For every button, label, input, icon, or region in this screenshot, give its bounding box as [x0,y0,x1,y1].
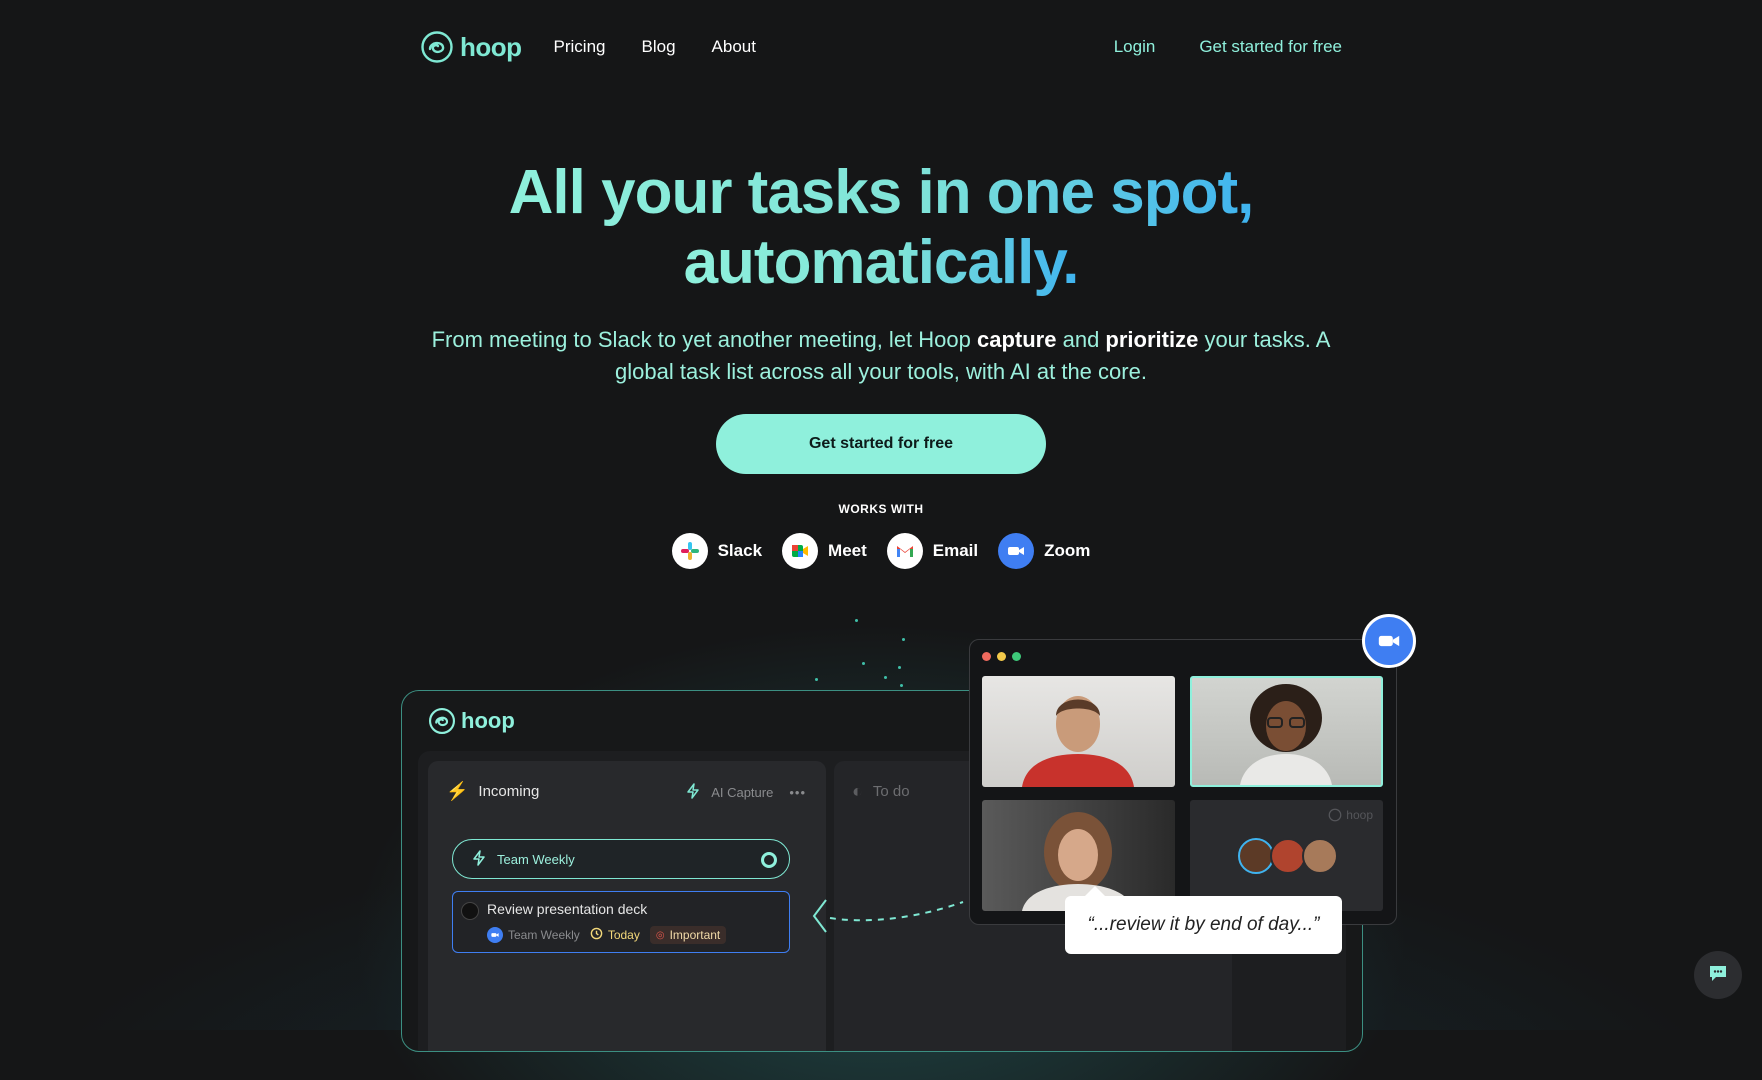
participant-video [982,676,1175,787]
subtitle-text: and [1056,327,1106,352]
participant-avatar-icon [1022,696,1134,787]
incoming-title: Incoming [478,783,540,800]
gmail-icon [886,533,923,569]
nav-actions: Login Get started for free [1114,37,1342,57]
hoop-logo[interactable]: hoop [420,30,522,64]
subtitle-prioritize: prioritize [1105,327,1199,352]
clock-icon [590,927,603,943]
meet-icon [782,533,819,569]
avatar [1238,838,1274,874]
login-link[interactable]: Login [1114,37,1156,57]
task-checkbox[interactable] [461,902,479,920]
incoming-column: ⚡ Incoming AI Capture ••• Team Weekly Re… [428,761,826,1051]
integration-slack: Slack [671,533,763,569]
task-meta: Team Weekly Today ◎ Important [487,926,727,944]
nav-link-pricing[interactable]: Pricing [554,37,606,57]
integration-label: Slack [717,541,763,560]
ai-capture-icon [471,849,487,869]
zoom-icon [487,927,503,943]
target-icon: ◎ [655,929,665,941]
window-controls [982,652,1021,661]
minimize-dot [997,652,1006,661]
particle-dot [884,676,887,679]
zoom-badge-icon [1362,614,1416,668]
plate-icon: ◐ [852,781,863,801]
incoming-header: ⚡ Incoming [446,781,539,802]
particle-dot [815,678,818,681]
works-with-label: WORKS WITH [838,502,924,516]
recording-indicator-icon [761,852,777,868]
chat-icon [1707,962,1729,989]
integration-email: Email [886,533,979,569]
subtitle-text: From meeting to Slack to yet another mee… [431,327,977,352]
integration-zoom: Zoom [998,533,1090,569]
hero-get-started-button[interactable]: Get started for free [716,414,1046,474]
nav-links: Pricing Blog About [554,37,756,57]
maximize-dot [1012,652,1021,661]
integration-label: Meet [828,541,867,560]
integration-label: Email [932,541,979,560]
participant-avatar-icon [1022,812,1134,911]
participant-video [982,800,1175,911]
avatar [1270,838,1306,874]
watermark-text: hoop [1346,808,1373,822]
hoop-watermark: hoop [1328,808,1373,822]
close-dot [982,652,991,661]
chat-support-button[interactable] [1694,951,1742,999]
hero-title-line2: automatically. [683,228,1080,297]
task-priority-label: Important [669,928,721,942]
particle-dot [855,619,858,622]
app-logo-text: hoop [461,708,515,733]
logo-text: hoop [460,31,522,62]
top-navigation: hoop Pricing Blog About Login Get starte… [420,26,1342,68]
video-call-panel: hoop [969,639,1397,925]
nav-get-started-link[interactable]: Get started for free [1199,37,1342,57]
avatar [1302,838,1338,874]
hero-subtitle: From meeting to Slack to yet another mee… [431,324,1331,388]
ai-capture-icon [685,783,701,802]
zoom-icon [998,533,1035,569]
hoop-logo-icon [421,31,453,63]
task-title: Review presentation deck [487,901,648,917]
task-source-label: Team Weekly [508,928,580,942]
participant-avatars [1238,838,1338,874]
participant-video-active [1190,676,1383,787]
task-priority-badge: ◎ Important [649,926,727,944]
slack-icon [671,533,708,569]
meeting-capture-pill[interactable]: Team Weekly [452,839,790,879]
incoming-actions: AI Capture ••• [685,783,806,802]
ai-capture-label[interactable]: AI Capture [711,785,773,800]
more-options-icon[interactable]: ••• [789,785,806,800]
speech-quote-bubble: “...review it by end of day...” [1065,886,1342,954]
particle-dot [898,666,901,669]
integration-label: Zoom [1044,541,1091,560]
pill-label: Team Weekly [497,851,575,867]
task-due-label: Today [607,928,640,942]
particle-dot [862,662,865,665]
nav-link-about[interactable]: About [712,37,756,57]
hero-title-line1: All your tasks in one spot, [508,158,1255,227]
hero-title: All your tasks in one spot, automaticall… [0,158,1762,298]
todo-header: ◐ To do [852,781,910,802]
connector-arrow [812,899,964,933]
particle-dot [902,638,905,641]
nav-link-blog[interactable]: Blog [642,37,676,57]
app-preview-logo: hoop [428,707,515,735]
todo-title: To do [872,783,910,800]
task-due: Today [590,927,640,943]
integrations-list: Slack Meet Email Zoom [0,533,1762,569]
hoop-logo-icon [428,707,456,735]
particle-dot [900,684,903,687]
integration-meet: Meet [782,533,867,569]
lightning-icon: ⚡ [446,781,469,801]
task-card[interactable]: Review presentation deck Team Weekly Tod… [452,891,790,953]
participant-avatar-icon [1240,684,1332,785]
task-source: Team Weekly [487,927,580,943]
hoop-bot-tile: hoop [1190,800,1383,911]
subtitle-capture: capture [977,327,1057,352]
